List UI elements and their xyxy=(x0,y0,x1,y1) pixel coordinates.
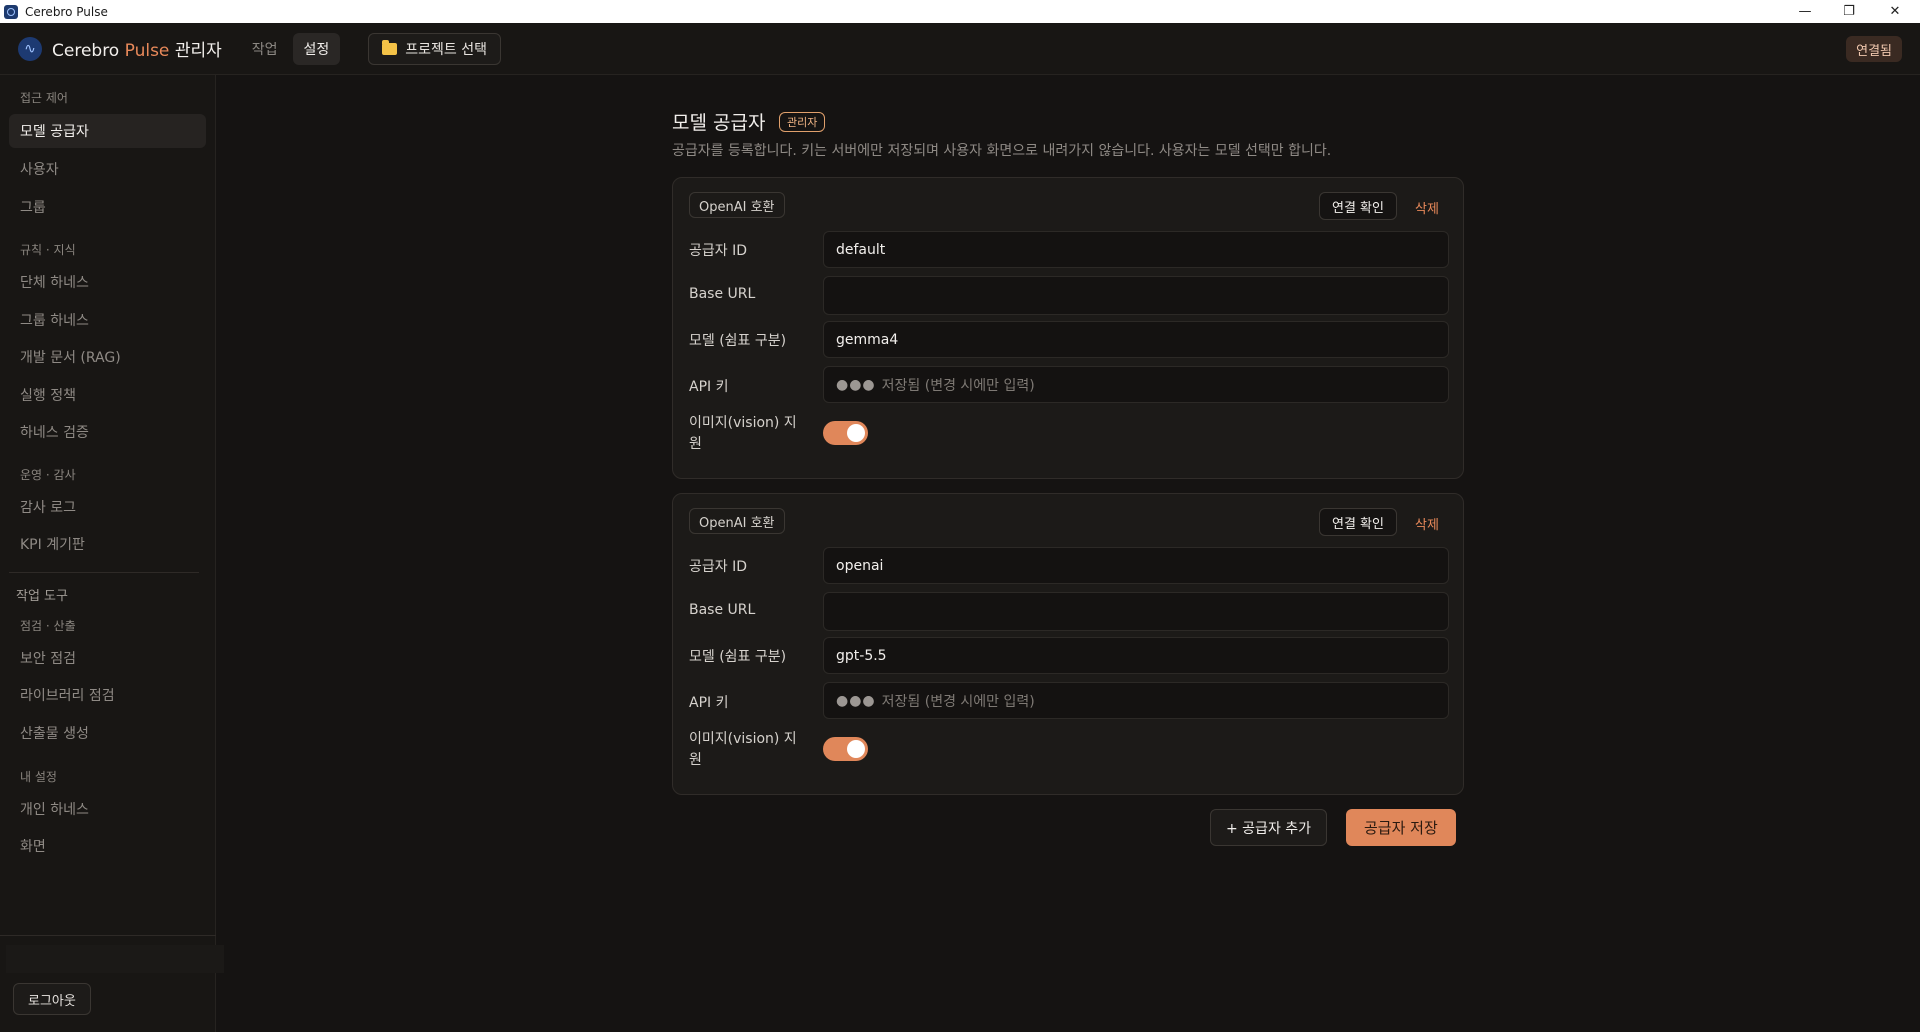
toggle-knob xyxy=(847,740,865,758)
provider-id-input[interactable]: default xyxy=(823,231,1449,268)
add-provider-button[interactable]: + 공급자 추가 xyxy=(1210,809,1328,846)
window-titlebar: Cerebro Pulse — ❐ ✕ xyxy=(0,0,1920,23)
save-providers-button[interactable]: 공급자 저장 xyxy=(1346,809,1456,846)
window-title: Cerebro Pulse xyxy=(25,4,108,19)
api-key-label: API 키 xyxy=(689,379,729,395)
sidebar-item-artifact-gen[interactable]: 산출물 생성 xyxy=(9,716,206,750)
page-title: 모델 공급자 xyxy=(672,112,766,134)
app-header: ∿ Cerebro Pulse 관리자 작업 설정 프로젝트 선택 연결됨 xyxy=(0,23,1920,75)
api-key-placeholder: 저장됨 (변경 시에만 입력) xyxy=(881,377,1035,394)
brand-title: Cerebro Pulse 관리자 xyxy=(52,36,222,61)
api-key-dots: ●●● xyxy=(836,376,876,393)
base-url-label: Base URL xyxy=(689,602,756,618)
sidebar-section-rules: 규칙 · 지식 xyxy=(20,243,76,257)
base-url-label: Base URL xyxy=(689,286,756,302)
api-key-dots: ●●● xyxy=(836,692,876,709)
sidebar-footer-divider xyxy=(0,935,216,936)
delete-provider-button[interactable]: 삭제 xyxy=(1415,514,1439,533)
base-url-input[interactable] xyxy=(823,276,1449,315)
brand-main: Cerebro xyxy=(52,41,120,61)
provider-type-badge: OpenAI 호환 xyxy=(689,508,785,534)
sidebar-item-org-harness[interactable]: 단체 하네스 xyxy=(9,265,206,299)
toggle-knob xyxy=(847,424,865,442)
restore-icon[interactable]: ❐ xyxy=(1827,0,1871,23)
delete-provider-button[interactable]: 삭제 xyxy=(1415,198,1439,217)
check-connection-button[interactable]: 연결 확인 xyxy=(1319,192,1397,220)
sidebar-user-strip xyxy=(6,945,224,973)
model-label: 모델 (쉼표 구분) xyxy=(689,333,787,349)
brand-suffix: 관리자 xyxy=(174,41,222,61)
provider-type-badge: OpenAI 호환 xyxy=(689,192,785,218)
sidebar-item-users[interactable]: 사용자 xyxy=(9,152,206,186)
sidebar: 접근 제어 모델 공급자 사용자 그룹 규칙 · 지식 단체 하네스 그룹 하네… xyxy=(0,75,224,1032)
admin-badge: 관리자 xyxy=(779,112,826,132)
sidebar-item-display[interactable]: 화면 xyxy=(9,829,206,863)
model-input[interactable]: gpt-5.5 xyxy=(823,637,1449,674)
sidebar-section-tools: 작업 도구 xyxy=(16,589,68,604)
check-connection-button[interactable]: 연결 확인 xyxy=(1319,508,1397,536)
project-select-label: 프로젝트 선택 xyxy=(405,41,487,58)
sidebar-section-my-settings: 내 설정 xyxy=(20,770,57,784)
sidebar-divider xyxy=(9,572,199,573)
close-icon[interactable]: ✕ xyxy=(1873,0,1917,23)
vision-label: 이미지(vision) 지원 xyxy=(689,731,797,768)
provider-card: OpenAI 호환 연결 확인 삭제 공급자 ID default Base U… xyxy=(672,177,1464,479)
api-key-input[interactable]: ●●● 저장됨 (변경 시에만 입력) xyxy=(823,682,1449,719)
sidebar-section-access: 접근 제어 xyxy=(20,91,68,105)
project-select-button[interactable]: 프로젝트 선택 xyxy=(368,32,501,65)
model-label: 모델 (쉼표 구분) xyxy=(689,649,787,665)
sidebar-item-groups[interactable]: 그룹 xyxy=(9,190,206,224)
sidebar-item-audit-log[interactable]: 감사 로그 xyxy=(9,490,206,524)
tab-settings[interactable]: 설정 xyxy=(292,32,341,65)
provider-id-input[interactable]: openai xyxy=(823,547,1449,584)
model-input[interactable]: gemma4 xyxy=(823,321,1449,358)
sidebar-item-library-check[interactable]: 라이브러리 점검 xyxy=(9,678,206,712)
sidebar-section-inspect: 점검 · 산출 xyxy=(20,619,76,633)
api-key-input[interactable]: ●●● 저장됨 (변경 시에만 입력) xyxy=(823,366,1449,403)
api-key-placeholder: 저장됨 (변경 시에만 입력) xyxy=(881,693,1035,710)
base-url-input[interactable] xyxy=(823,592,1449,631)
sidebar-item-model-providers[interactable]: 모델 공급자 xyxy=(9,114,206,148)
provider-id-label: 공급자 ID xyxy=(689,559,747,575)
provider-id-label: 공급자 ID xyxy=(689,243,747,259)
sidebar-item-personal-harness[interactable]: 개인 하네스 xyxy=(9,792,206,826)
provider-card: OpenAI 호환 연결 확인 삭제 공급자 ID openai Base UR… xyxy=(672,493,1464,795)
api-key-label: API 키 xyxy=(689,695,729,711)
sidebar-item-group-harness[interactable]: 그룹 하네스 xyxy=(9,303,206,337)
sidebar-item-kpi[interactable]: KPI 계기판 xyxy=(9,527,206,561)
connection-status-badge: 연결됨 xyxy=(1846,36,1902,62)
sidebar-section-ops: 운영 · 감사 xyxy=(20,468,76,482)
logout-button[interactable]: 로그아웃 xyxy=(13,983,91,1015)
sidebar-item-security-check[interactable]: 보안 점검 xyxy=(9,641,206,675)
vision-toggle[interactable] xyxy=(823,421,868,445)
vision-toggle[interactable] xyxy=(823,737,868,761)
folder-icon xyxy=(382,39,398,55)
sidebar-item-dev-docs[interactable]: 개발 문서 (RAG) xyxy=(9,340,206,374)
sidebar-item-exec-policy[interactable]: 실행 정책 xyxy=(9,378,206,412)
pulse-logo-icon: ∿ xyxy=(18,36,42,61)
brand-accent: Pulse xyxy=(124,41,170,61)
page-description: 공급자를 등록합니다. 키는 서버에만 저장되며 사용자 화면으로 내려가지 않… xyxy=(672,143,1332,159)
vision-label: 이미지(vision) 지원 xyxy=(689,415,797,452)
sidebar-item-harness-verify[interactable]: 하네스 검증 xyxy=(9,415,206,449)
app-icon xyxy=(4,4,18,19)
minimize-icon[interactable]: — xyxy=(1783,0,1827,23)
tab-work[interactable]: 작업 xyxy=(241,33,289,65)
